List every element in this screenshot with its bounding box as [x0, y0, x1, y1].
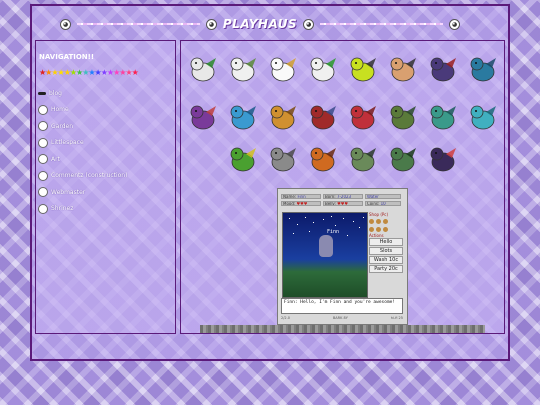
party-button[interactable]: Party 20c [369, 265, 403, 273]
scene-pet-name: Finn [327, 229, 340, 235]
nav-list: blog Home Garden Littlespace Art Commentz (co… [38, 85, 127, 217]
banner-divider [77, 23, 200, 25]
purple-dragon[interactable] [186, 100, 220, 134]
nav-item-home[interactable]: Home [38, 102, 127, 119]
nav-item-label: blog [49, 89, 62, 97]
nav-item-shrinez[interactable]: Shrinez [38, 201, 127, 218]
toy-icon[interactable] [369, 226, 374, 232]
flower-icon [38, 121, 48, 132]
nav-heading: NAVIGATION!! [39, 53, 95, 61]
nav-item-littlespace[interactable]: Littlespace [38, 135, 127, 152]
site-banner: ◕ ◕ PLAYHAUS ◕ ◕ [60, 14, 460, 34]
nav-item-label: Littlespace [51, 139, 84, 147]
navigation-panel: NAVIGATION!! ★ ★ ★ ★ ★ ★ ★ ★ ★ ★ ★ ★ ★ ★ ★ ★ blog Home Ga… [35, 40, 176, 334]
widget-row-info: Name: Finn Born: 7-2023 Water [281, 194, 401, 199]
star-divider: ★ ★ ★ ★ ★ ★ ★ ★ ★ ★ ★ ★ ★ ★ ★ ★ [39, 68, 139, 77]
nav-item-label: Shrinez [51, 205, 74, 213]
chat-icon [38, 170, 48, 181]
sky-star [309, 231, 310, 232]
sky-star [293, 233, 294, 234]
pet-name: Finn [297, 194, 306, 199]
sky-star [335, 225, 336, 226]
small-pet[interactable] [306, 52, 340, 86]
grey-dragon[interactable] [266, 142, 300, 176]
site-title: PLAYHAUS [222, 17, 298, 31]
aqua-dragon[interactable] [466, 100, 500, 134]
slots-button[interactable]: Slots [369, 247, 403, 255]
widget-footer: 2/2.0 BARK 8Y hi-fi 25 [281, 316, 403, 322]
star-icon: ★ [131, 68, 139, 77]
nav-item-label: Commentz (construction) [51, 172, 128, 180]
red-dragon-1[interactable] [306, 100, 340, 134]
red-dragon-2[interactable] [346, 100, 380, 134]
toy-icon[interactable] [376, 226, 381, 232]
sky-star [313, 222, 314, 223]
hello-button[interactable]: Hello [369, 238, 403, 246]
nav-item-art[interactable]: Art [38, 151, 127, 168]
sky-star [343, 218, 344, 219]
teal-dragon[interactable] [426, 100, 460, 134]
wash-button[interactable]: Wash 10c [369, 256, 403, 264]
bunny-icon: ◕ [449, 18, 460, 30]
nav-item-blog[interactable]: blog [38, 85, 127, 102]
nav-item-garden[interactable]: Garden [38, 118, 127, 135]
computer-icon [38, 187, 48, 198]
footer-text: hi-fi 25 [390, 316, 403, 320]
sky-star [297, 224, 298, 225]
sky-star [289, 218, 290, 219]
blue-dragon-1[interactable] [466, 52, 500, 86]
sky-star [331, 216, 332, 217]
sky-star [347, 235, 348, 236]
footer-text: BARK 8Y [332, 316, 348, 320]
food-icon[interactable] [383, 218, 388, 224]
sky-star [363, 217, 364, 218]
widget-row-stats: Mood: ♥♥♥ Belly: ♥♥♥ Coins: 10 [281, 201, 401, 206]
pet-scene: Finn [282, 212, 368, 298]
banner-divider [320, 23, 443, 25]
shop-items[interactable] [369, 225, 403, 233]
bunny-pet-1[interactable] [186, 52, 220, 86]
heart-icon [38, 203, 48, 214]
food-icon[interactable] [376, 218, 381, 224]
footer-text: 2/2.0 [281, 316, 290, 320]
dark-dragon-1[interactable] [426, 52, 460, 86]
coins-value: 10 [380, 201, 386, 206]
cat-pet[interactable] [226, 52, 260, 86]
nav-item-label: Art [51, 155, 60, 163]
nav-item-label: Garden [51, 122, 73, 130]
nav-item-webmaster[interactable]: Webmaster [38, 184, 127, 201]
cookie-pet[interactable] [386, 52, 420, 86]
bunny-icon: ◕ [60, 18, 71, 30]
pen-icon [38, 91, 46, 95]
fire-dragon[interactable] [306, 142, 340, 176]
nav-item-commentz[interactable]: Commentz (construction) [38, 168, 127, 185]
shop-items[interactable] [369, 217, 403, 225]
sky-star [323, 219, 324, 220]
sky-star [359, 227, 360, 228]
rock-border [200, 325, 485, 333]
pet-message: Finn: Hello, I'm Finn and you're awesome… [281, 298, 403, 314]
bunny-icon: ◕ [303, 18, 315, 30]
sky-star [353, 221, 354, 222]
teddy-icon [38, 137, 48, 148]
phoenix-pet[interactable] [426, 142, 460, 176]
nav-item-label: Webmaster [51, 188, 86, 196]
palette-icon [38, 154, 48, 165]
widget-sidebar: Shop (Pc) Actions Hello Slots Wash 10c P… [369, 212, 403, 274]
bunny-icon: ◕ [205, 18, 217, 30]
nav-item-label: Home [51, 106, 69, 114]
green-dragon-3[interactable] [346, 142, 380, 176]
gold-dragon[interactable] [266, 100, 300, 134]
fox-pet[interactable] [266, 52, 300, 86]
green-dragon-2[interactable] [226, 142, 260, 176]
pet-sprite [319, 235, 333, 257]
green-dragon-1[interactable] [386, 100, 420, 134]
bunny-icon [38, 104, 48, 115]
green-dragon-4[interactable] [386, 142, 420, 176]
food-icon[interactable] [369, 218, 374, 224]
toy-icon[interactable] [383, 226, 388, 232]
sky-star [305, 217, 306, 218]
green-bag-pet[interactable] [346, 52, 380, 86]
blue-lizard[interactable] [226, 100, 260, 134]
